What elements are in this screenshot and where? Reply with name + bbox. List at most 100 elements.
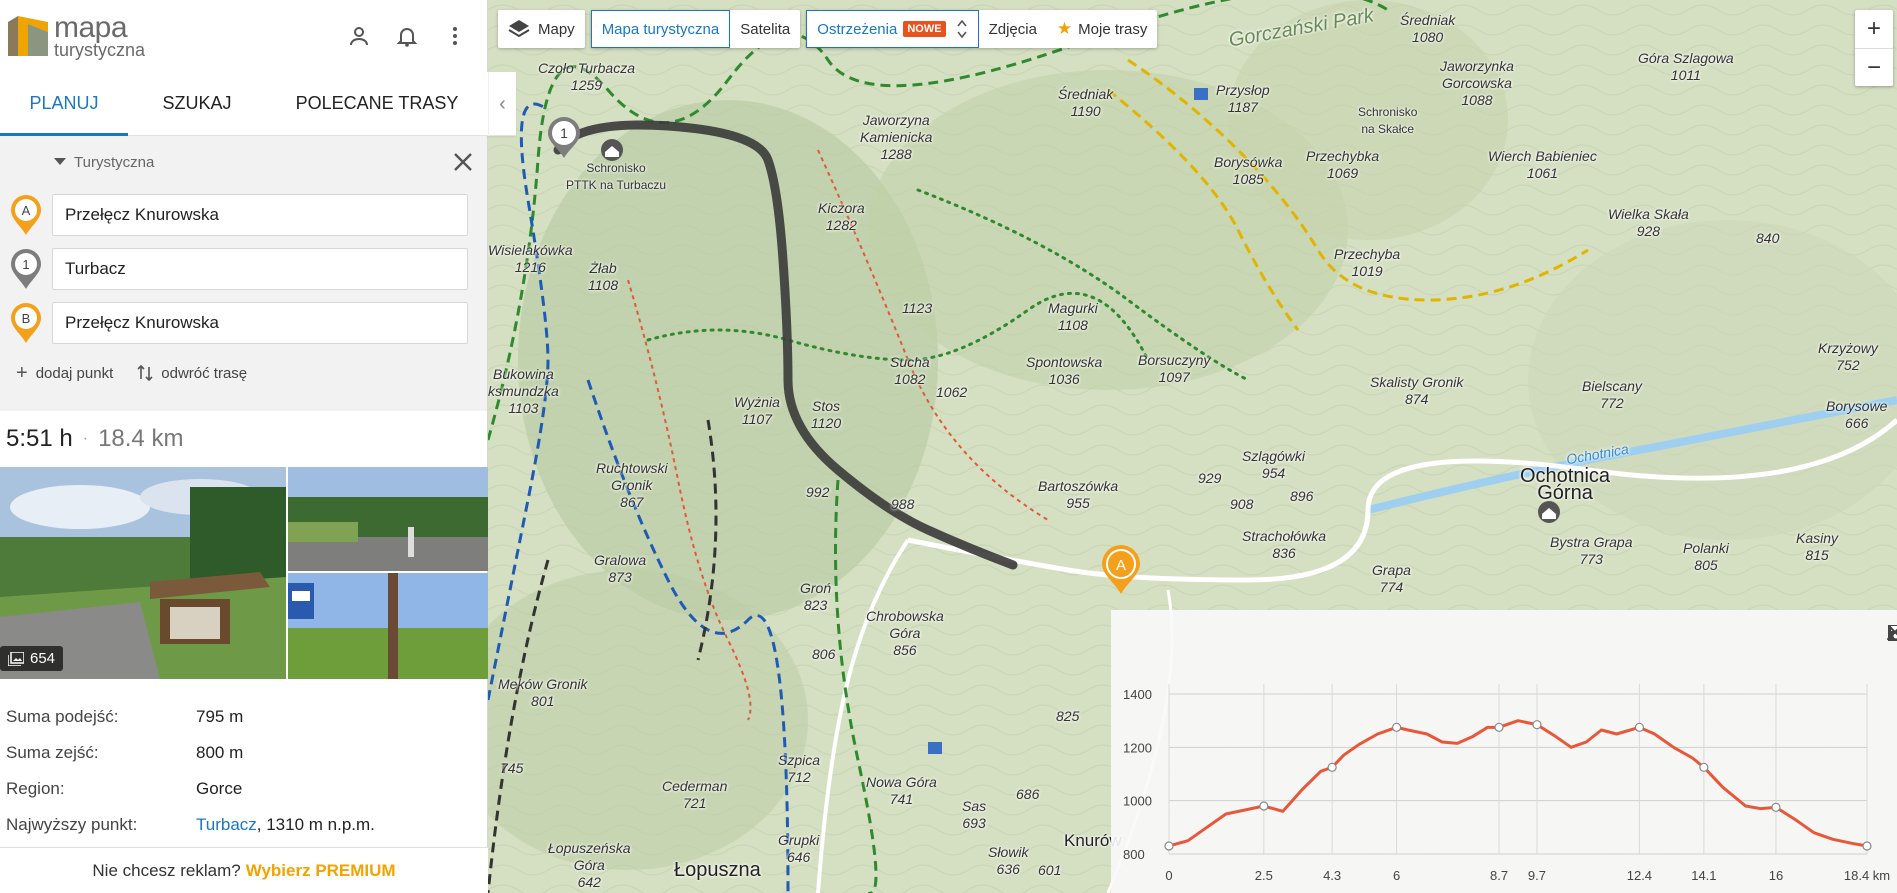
- elev-x-tick: 0: [1165, 868, 1172, 883]
- my-routes-label: Moje trasy: [1078, 20, 1148, 38]
- tab-szukaj[interactable]: SZUKAJ: [128, 72, 266, 135]
- map-label: Nowa Góra 741: [866, 774, 937, 807]
- map-label: Bystra Grapa 773: [1550, 534, 1633, 567]
- map-label: Schronisko PTTK na Turbaczu: [566, 161, 667, 192]
- mode-label: Turystyczna: [74, 153, 155, 171]
- elev-x-tick: 16: [1769, 868, 1783, 883]
- overlay-switch: Ostrzeżenia NOWE Zdjęcia ★ Moje trasy: [806, 10, 1158, 48]
- user-icon[interactable]: [345, 14, 373, 58]
- mode-selector[interactable]: Turystyczna: [0, 136, 487, 188]
- map-label: Chrobowska Góra 856: [866, 608, 944, 658]
- more-vert-icon[interactable]: [441, 14, 469, 58]
- marker-via-icon: 1: [11, 249, 41, 289]
- map-label: Wisielakówka 1216: [488, 242, 573, 275]
- map-label: Średniak 1190: [1058, 86, 1114, 119]
- warnings-toggle[interactable]: Ostrzeżenia NOWE: [806, 10, 979, 48]
- stat-label: Suma zejść:: [6, 743, 99, 762]
- map-label: Bartoszówka 955: [1038, 478, 1119, 511]
- waypoint-row: A Przełęcz Knurowska: [0, 188, 487, 242]
- my-routes-toggle[interactable]: ★ Moje trasy: [1047, 10, 1157, 48]
- marker-a-label: A: [22, 203, 31, 218]
- map-label: Wyżnia 1107: [734, 394, 780, 427]
- premium-link[interactable]: Wybierz PREMIUM: [246, 861, 396, 881]
- map-label: Ruchtowski Gronik 867: [596, 460, 668, 510]
- stat-label: Najwyższy punkt:: [6, 815, 138, 834]
- layer-satelita[interactable]: Satelita: [730, 10, 800, 48]
- marker-a-icon: A: [11, 195, 41, 235]
- waypoint-input-a[interactable]: Przełęcz Knurowska: [52, 194, 468, 236]
- elev-waypoint-dot: [1164, 841, 1174, 851]
- route-summary: 5:51 h · 18.4 km: [0, 411, 487, 467]
- add-point-label: dodaj punkt: [35, 364, 114, 382]
- zoom-in-button[interactable]: +: [1855, 10, 1893, 48]
- elevation-chart: 1400 1200 1000 800 0 2.5 4.3 6 8.7 9.7 12.4 14.1 16 1…: [1123, 684, 1890, 883]
- map-label: Groń 823: [800, 580, 832, 613]
- map-label: Szlągówki 954: [1242, 448, 1306, 481]
- map-label: 992: [806, 484, 830, 500]
- map-label: 1062: [936, 384, 968, 400]
- tab-planuj[interactable]: PLANUJ: [0, 72, 128, 136]
- elevation-profile[interactable]: 1400 1200 1000 800 0 2.5 4.3 6 8.7 9.7 12.4 14.1 16 1…: [1111, 610, 1897, 893]
- logo[interactable]: mapa turystyczna: [6, 13, 145, 59]
- map-label: 1123: [902, 300, 933, 316]
- layers-button[interactable]: Mapy: [498, 10, 585, 48]
- map-label: Polanki 805: [1683, 540, 1729, 573]
- map-label: Cederman 721: [662, 778, 728, 811]
- stat-label: Region:: [6, 779, 65, 798]
- map-label: 908: [1230, 496, 1254, 512]
- map-label: Sucha 1082: [890, 354, 930, 387]
- reverse-route-button[interactable]: odwróć trasę: [137, 364, 247, 382]
- map-label: Borysówka 1085: [1214, 154, 1283, 187]
- elev-waypoint-dot: [1771, 802, 1781, 812]
- layer-mapa-turystyczna[interactable]: Mapa turystyczna: [590, 10, 731, 48]
- map-label: Magurki 1108: [1048, 300, 1098, 333]
- highest-point-link[interactable]: Turbacz: [196, 815, 257, 834]
- map-label: Kasiny 815: [1796, 530, 1839, 563]
- map-label: Kiczora 1282: [818, 200, 865, 233]
- stat-row: Region: Gorce: [0, 771, 487, 807]
- map-label: 929: [1198, 470, 1222, 486]
- zoom-out-button[interactable]: −: [1855, 48, 1893, 86]
- logo-mark-icon: [8, 16, 48, 56]
- photo-gallery[interactable]: 654: [0, 467, 488, 679]
- waypoint-input-via[interactable]: Turbacz: [52, 248, 468, 290]
- elev-waypoint-dot: [1862, 841, 1872, 851]
- elev-waypoint-dot: [1634, 722, 1644, 732]
- elev-waypoint-dot: [1327, 762, 1337, 772]
- layers-label: Mapy: [538, 20, 575, 38]
- elev-waypoint-dot: [1532, 720, 1542, 730]
- photo-count: 654: [30, 650, 56, 667]
- logo-text-line1: mapa: [54, 11, 128, 44]
- map-label: Borsuczyny 1097: [1138, 352, 1211, 385]
- waypoint-input-b[interactable]: Przełęcz Knurowska: [52, 302, 468, 344]
- map-label: Przechyba 1019: [1334, 246, 1401, 279]
- map-label: 840: [1756, 230, 1780, 246]
- app-header: mapa turystyczna: [0, 0, 487, 72]
- map-label: Krzyżowy 752: [1818, 340, 1878, 373]
- map-label: 601: [1038, 862, 1062, 878]
- photo-count-badge[interactable]: 654: [0, 646, 64, 671]
- close-icon[interactable]: [1887, 624, 1897, 640]
- elev-x-tick: 12.4: [1627, 868, 1652, 883]
- start-marker-label: A: [1116, 557, 1126, 574]
- map-toolbar: Mapy Mapa turystyczna Satelita Ostrzeżen…: [498, 10, 1158, 48]
- add-point-button[interactable]: + dodaj punkt: [16, 362, 113, 385]
- map-label: Schronisko na Skałce: [1358, 105, 1418, 136]
- zoom-control: + −: [1855, 10, 1893, 86]
- photos-toggle[interactable]: Zdjęcia: [979, 10, 1047, 48]
- logo-text-line2: turystyczna: [54, 40, 146, 60]
- tab-polecane-trasy[interactable]: POLECANE TRASY: [266, 72, 488, 135]
- photo[interactable]: [288, 467, 488, 571]
- bell-icon[interactable]: [393, 14, 421, 58]
- summary-separator: ·: [82, 430, 89, 447]
- layer-switch: Mapa turystyczna Satelita: [590, 10, 801, 48]
- map-label: 686: [1016, 786, 1040, 802]
- elev-y-tick: 800: [1123, 847, 1145, 862]
- layers-icon: [508, 20, 530, 38]
- stat-value: Gorce: [196, 779, 243, 798]
- photo[interactable]: [288, 573, 488, 679]
- collapse-sidebar-icon[interactable]: ‹: [488, 72, 516, 136]
- waypoint-row: B Przełęcz Knurowska: [0, 296, 487, 350]
- map-label: Przechybka 1069: [1306, 148, 1380, 181]
- close-icon[interactable]: [451, 150, 475, 174]
